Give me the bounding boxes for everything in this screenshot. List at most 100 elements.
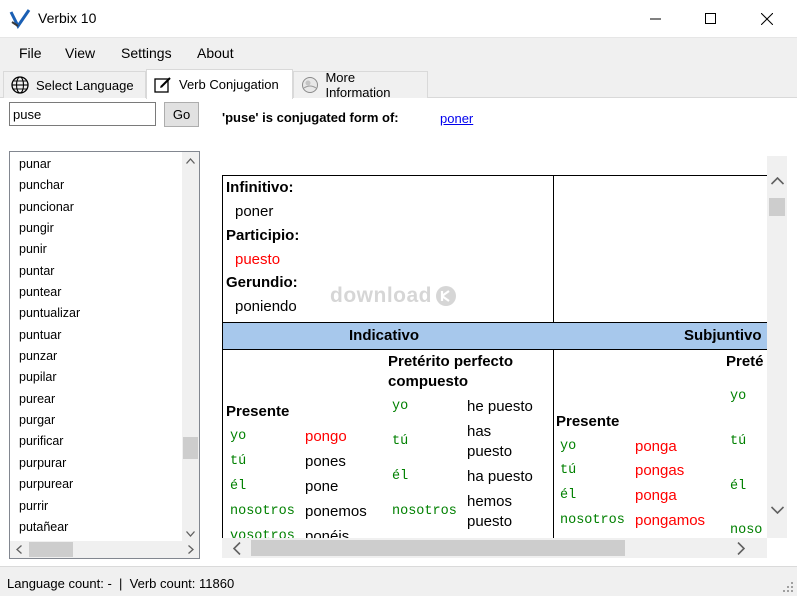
scroll-left-arrow-icon[interactable] (228, 540, 245, 557)
conjugated-verb: hemos (467, 493, 513, 510)
conjugation-table: Infinitivo: poner Participio: puesto Ger… (222, 156, 767, 538)
pronoun: él (560, 488, 577, 503)
scroll-thumb[interactable] (769, 198, 785, 216)
list-item[interactable]: purpurar (10, 453, 80, 474)
tab-label: Select Language (36, 77, 134, 93)
menu-settings[interactable]: Settings (121, 45, 172, 61)
tab-more-information[interactable]: More Information (293, 70, 428, 100)
perfect-label: Pretérito perfecto (388, 353, 514, 370)
pronoun: vosotros (230, 529, 295, 538)
menu-file[interactable]: File (19, 45, 42, 61)
list-item[interactable]: putañear (10, 517, 80, 538)
list-item[interactable]: purear (10, 389, 80, 410)
base-verb-link[interactable]: poner (440, 111, 473, 126)
pronoun: tú (230, 454, 247, 469)
verb-list-vertical-scrollbar[interactable] (182, 152, 199, 542)
list-item[interactable]: purificar (10, 431, 80, 452)
list-item[interactable]: puntualizar (10, 303, 80, 324)
conjugation-vertical-scrollbar[interactable] (767, 156, 787, 538)
list-item[interactable]: puntuar (10, 325, 80, 346)
verb-list[interactable]: punar punchar puncionar pungir punir pun… (9, 151, 200, 559)
scroll-up-arrow-icon[interactable] (182, 152, 199, 169)
list-item[interactable]: punir (10, 239, 80, 260)
tab-verb-conjugation[interactable]: Verb Conjugation (146, 69, 293, 99)
conjugated-verb: ponéis (305, 528, 350, 538)
scroll-right-arrow-icon[interactable] (182, 541, 199, 558)
tab-label: More Information (325, 70, 391, 100)
scroll-thumb[interactable] (251, 540, 625, 556)
conjugated-verb: pones (305, 453, 346, 470)
scroll-right-arrow-icon[interactable] (732, 540, 749, 557)
watermark-text: download (330, 284, 432, 307)
pronoun: nosotros (392, 504, 457, 519)
resize-grip-icon[interactable] (782, 581, 794, 593)
status-bar: Language count: - | Verb count: 11860 (0, 566, 797, 596)
menu-bar: File View Settings About (0, 38, 797, 68)
conjugation-horizontal-scrollbar[interactable] (222, 538, 767, 558)
list-item[interactable]: puntar (10, 261, 80, 282)
scroll-up-arrow-icon[interactable] (769, 172, 786, 189)
conjugated-verb: he puesto (467, 398, 533, 415)
globe-icon (10, 75, 30, 95)
participle-label: Participio: (226, 227, 300, 244)
list-item[interactable]: pupilar (10, 367, 80, 388)
verb-list-items: punar punchar puncionar pungir punir pun… (10, 154, 80, 538)
title-bar: Verbix 10 (0, 0, 797, 38)
pronoun: yo (730, 389, 747, 404)
menu-view[interactable]: View (65, 45, 95, 61)
pronoun: tú (392, 434, 409, 449)
pronoun: noso (730, 523, 763, 538)
verb-list-horizontal-scrollbar[interactable] (10, 541, 199, 558)
conjugated-verb: has (467, 423, 492, 440)
conjugated-verb: ha puesto (467, 468, 533, 485)
subj-perfect-label: Preté (726, 353, 764, 370)
window-title: Verbix 10 (38, 10, 97, 26)
list-item[interactable]: punchar (10, 175, 80, 196)
scroll-down-arrow-icon[interactable] (182, 525, 199, 542)
conjugated-verb: pongas (635, 462, 685, 479)
table-border (222, 175, 767, 176)
scroll-down-arrow-icon[interactable] (769, 501, 786, 518)
list-item[interactable]: punar (10, 154, 80, 175)
perfect-label-cont: compuesto (388, 373, 469, 390)
list-item[interactable]: purgar (10, 410, 80, 431)
infinitive-value: poner (235, 203, 274, 220)
search-input[interactable] (9, 102, 156, 126)
minimize-button[interactable] (633, 0, 679, 38)
list-item[interactable]: pungir (10, 218, 80, 239)
scroll-thumb[interactable] (29, 542, 73, 557)
participle-value: puesto (235, 251, 281, 268)
close-icon (761, 13, 773, 25)
conjugated-verb: ponga (635, 438, 677, 455)
list-item[interactable]: puntear (10, 282, 80, 303)
infinitive-label: Infinitivo: (226, 179, 294, 196)
close-button[interactable] (744, 0, 790, 38)
list-item[interactable]: purrir (10, 496, 80, 517)
pronoun: tú (560, 463, 577, 478)
scroll-left-arrow-icon[interactable] (10, 541, 27, 558)
scroll-thumb[interactable] (183, 437, 198, 459)
conjugated-verb: pone (305, 478, 339, 495)
menu-about[interactable]: About (197, 45, 234, 61)
pronoun: yo (560, 439, 577, 454)
subj-present-label: Presente (556, 413, 620, 430)
list-item[interactable]: purpurear (10, 474, 80, 495)
conjugated-verb: puesto (467, 513, 513, 530)
conjugated-form-heading: 'puse' is conjugated form of: (222, 110, 399, 125)
table-border (553, 175, 554, 538)
gerund-label: Gerundio: (226, 274, 298, 291)
list-item[interactable]: puncionar (10, 197, 80, 218)
tab-select-language[interactable]: Select Language (3, 71, 146, 98)
watermark-logo-icon (436, 286, 456, 306)
list-item[interactable]: punzar (10, 346, 80, 367)
status-text: Language count: - | Verb count: 11860 (7, 576, 235, 591)
minimize-icon (650, 18, 661, 20)
go-button[interactable]: Go (164, 102, 199, 127)
indicative-header: Indicativo (349, 327, 420, 344)
verbix-logo-icon (9, 9, 31, 29)
maximize-button[interactable] (688, 0, 734, 38)
gerund-value: poniendo (235, 298, 297, 315)
pronoun: él (730, 479, 747, 494)
subjunctive-header: Subjuntivo (684, 327, 762, 344)
tab-strip: Select Language Verb Conjugation More In… (0, 68, 797, 100)
